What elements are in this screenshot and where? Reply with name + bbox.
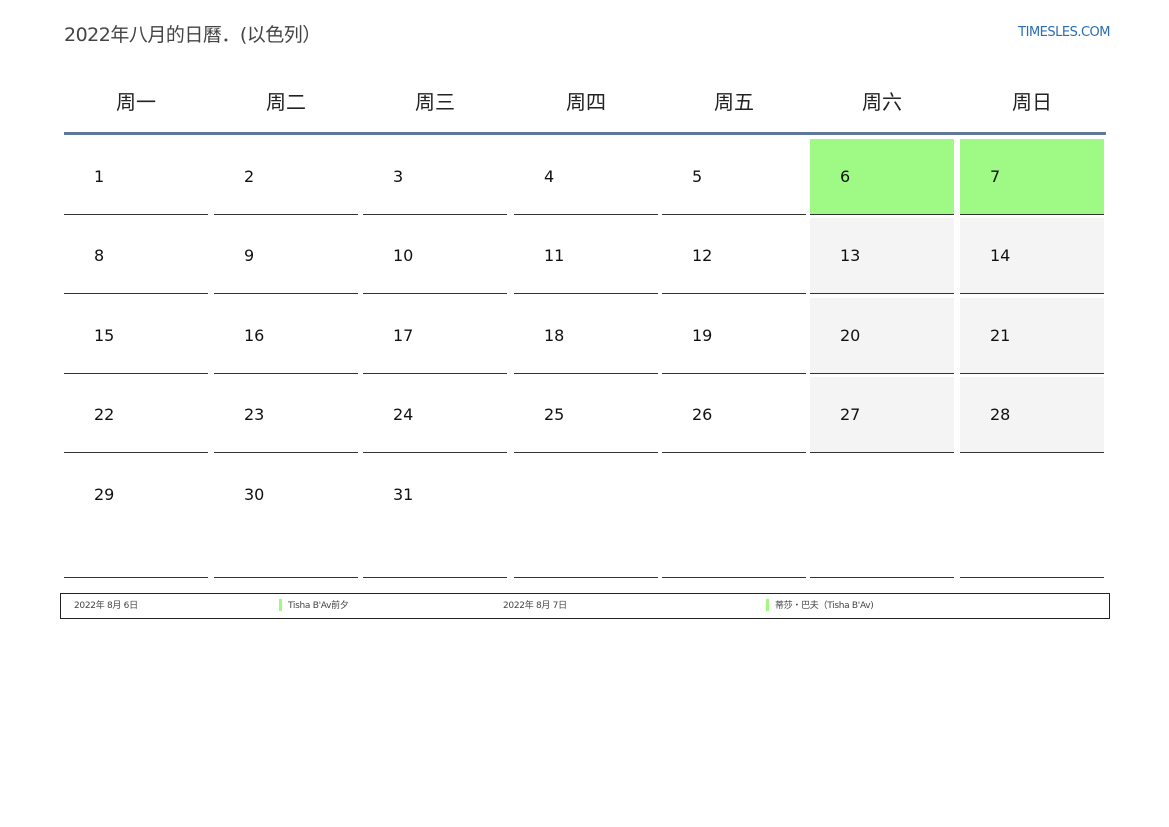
day-number: 13 [840,246,861,265]
day-number: 11 [544,246,565,265]
day-cell: 14 [960,218,1104,294]
weekday-fri: 周五 [714,90,754,114]
empty-day-cell [810,457,954,578]
day-cell: 17 [363,298,507,374]
day-number: 4 [544,167,555,186]
day-cell: 15 [64,298,208,374]
day-number: 19 [692,326,713,345]
day-number: 22 [94,405,115,424]
weekday-wed: 周三 [415,90,455,114]
day-number: 9 [244,246,255,265]
holiday-name: Tisha B'Av前夕 [288,601,349,611]
day-number: 21 [990,326,1011,345]
day-cell: 20 [810,298,954,374]
day-cell: 6 [810,139,954,215]
day-cell: 22 [64,377,208,453]
day-cell: 5 [662,139,806,215]
day-cell: 4 [514,139,658,215]
site-link[interactable]: TIMESLES.COM [1018,25,1110,40]
page-title: 2022年八月的日曆．(以色列） [64,24,321,46]
day-cell: 7 [960,139,1104,215]
day-number: 26 [692,405,713,424]
day-number: 24 [393,405,414,424]
holiday-date: 2022年 8月 6日 [74,601,138,611]
day-cell: 16 [214,298,358,374]
day-cell: 19 [662,298,806,374]
weekday-sat: 周六 [862,90,902,114]
day-cell: 12 [662,218,806,294]
day-cell: 26 [662,377,806,453]
day-number: 20 [840,326,861,345]
day-cell: 11 [514,218,658,294]
day-cell: 30 [214,457,358,578]
day-cell: 13 [810,218,954,294]
day-number: 23 [244,405,265,424]
day-number: 18 [544,326,565,345]
day-number: 25 [544,405,565,424]
empty-day-cell [960,457,1104,578]
day-number: 2 [244,167,255,186]
day-cell: 3 [363,139,507,215]
day-cell: 10 [363,218,507,294]
weekday-thu: 周四 [566,90,606,114]
day-cell: 1 [64,139,208,215]
day-cell: 25 [514,377,658,453]
day-number: 16 [244,326,265,345]
day-number: 15 [94,326,115,345]
weekday-mon: 周一 [116,90,156,114]
holiday-marker [279,599,282,611]
day-number: 1 [94,167,105,186]
weekday-sun: 周日 [1012,90,1052,114]
day-cell: 24 [363,377,507,453]
day-number: 17 [393,326,414,345]
day-number: 30 [244,485,265,504]
day-number: 6 [840,167,851,186]
day-number: 7 [990,167,1001,186]
day-number: 8 [94,246,105,265]
day-cell: 29 [64,457,208,578]
holiday-date: 2022年 8月 7日 [503,601,567,611]
day-cell: 23 [214,377,358,453]
day-cell: 28 [960,377,1104,453]
empty-day-cell [514,457,658,578]
day-number: 12 [692,246,713,265]
day-number: 29 [94,485,115,504]
holiday-name: 蒂莎・巴夫（Tisha B'Av) [775,601,874,611]
holiday-footer: 2022年 8月 6日 Tisha B'Av前夕 2022年 8月 7日 蒂莎・… [60,593,1110,619]
day-cell: 2 [214,139,358,215]
day-number: 14 [990,246,1011,265]
day-cell: 8 [64,218,208,294]
day-cell: 27 [810,377,954,453]
day-number: 5 [692,167,703,186]
day-number: 31 [393,485,414,504]
day-cell: 9 [214,218,358,294]
day-cell: 18 [514,298,658,374]
day-cell: 21 [960,298,1104,374]
weekday-tue: 周二 [266,90,306,114]
day-number: 3 [393,167,404,186]
day-number: 28 [990,405,1011,424]
weekday-header: 周一 周二 周三 周四 周五 周六 周日 [64,86,1106,135]
day-cell: 31 [363,457,507,578]
empty-day-cell [662,457,806,578]
holiday-marker [766,599,769,611]
day-number: 27 [840,405,861,424]
day-number: 10 [393,246,414,265]
